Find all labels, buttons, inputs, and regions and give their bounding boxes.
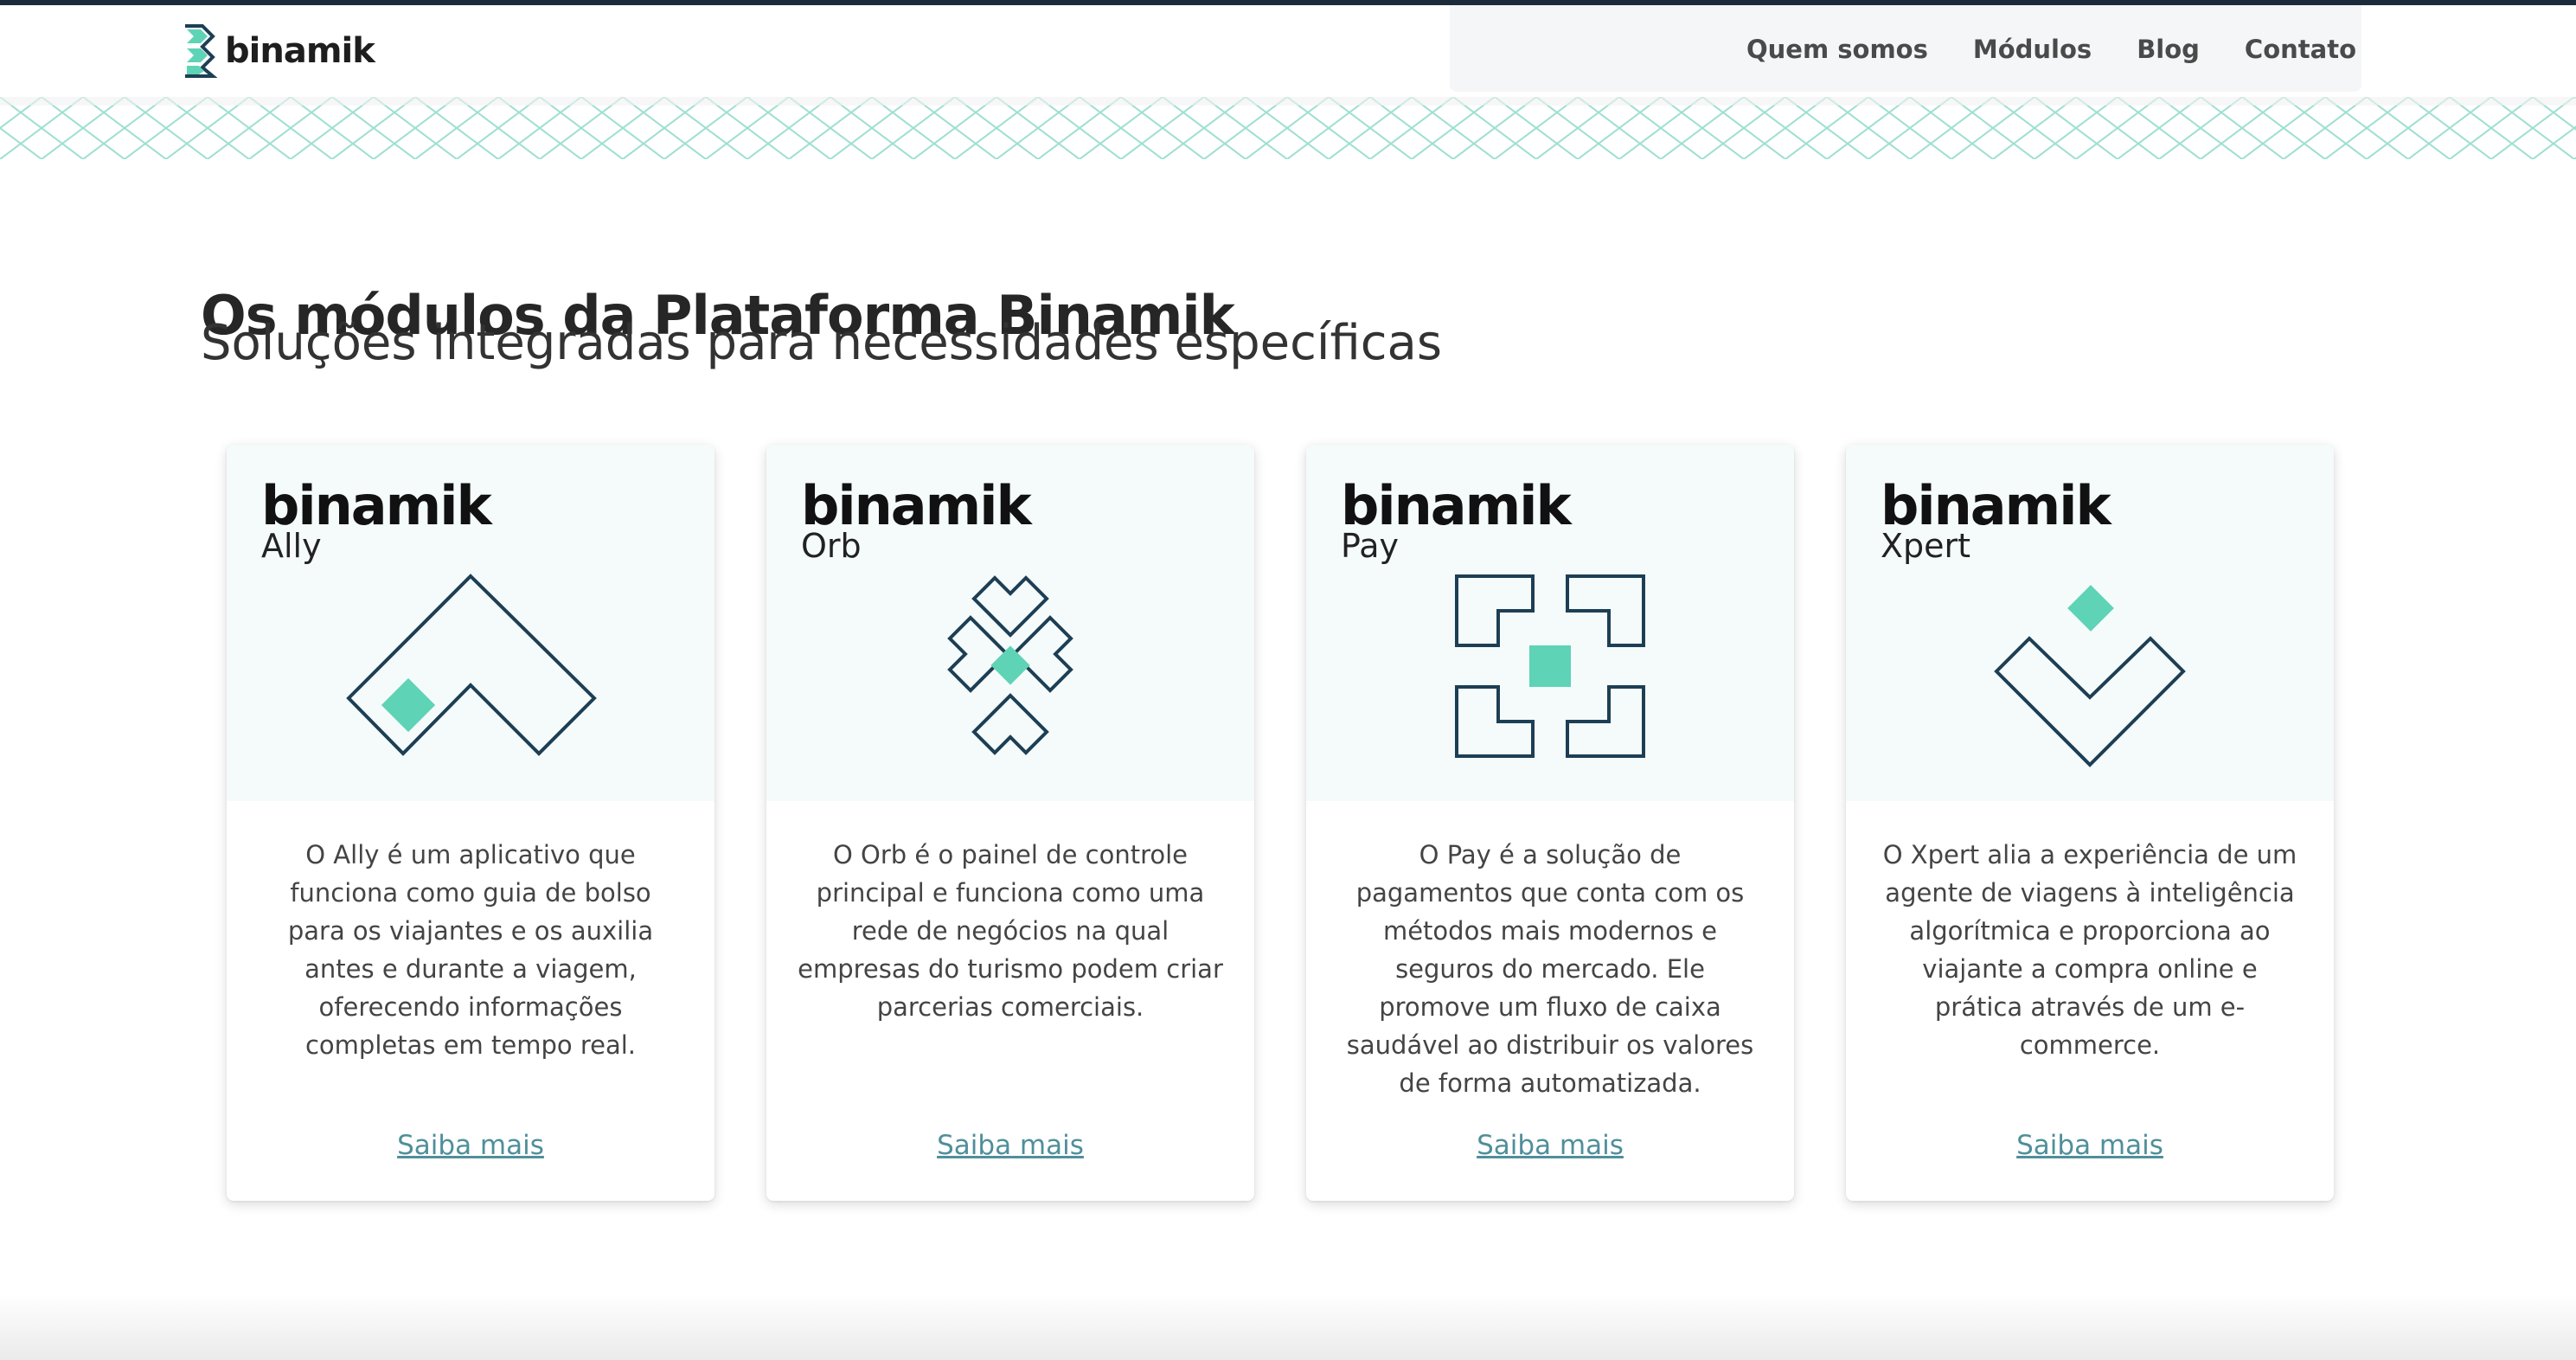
card-brand: binamik [261,474,492,537]
module-card-ally: binamik Ally O Ally é um aplicativo que … [227,445,714,1201]
ally-icon [346,574,597,756]
saiba-mais-link[interactable]: Saiba mais [1846,1130,2334,1161]
nav-item-contato[interactable]: Contato [2245,35,2356,64]
card-brand: binamik [1881,474,2111,537]
saiba-mais-link[interactable]: Saiba mais [766,1130,1254,1161]
card-product-name: Ally [261,527,322,565]
xpert-icon [1994,585,2186,767]
module-card-pay: binamik Pay O Pay é a solução de pagamen… [1306,445,1794,1201]
nav-item-blog[interactable]: Blog [2137,35,2200,64]
lattice-pattern-band [0,97,2576,159]
saiba-mais-link[interactable]: Saiba mais [1306,1130,1794,1161]
card-description: O Orb é o painel de controle principal e… [798,840,1223,1022]
card-product-name: Orb [801,527,862,565]
next-section-shadow [0,1294,2576,1360]
card-description: O Ally é um aplicativo que funciona como… [287,840,654,1060]
card-description: O Xpert alia a experiência de um agente … [1882,840,2297,1060]
logo-text: binamik [225,31,375,71]
card-brand: binamik [1341,474,1572,537]
nav-item-modulos[interactable]: Módulos [1973,35,2092,64]
module-cards: binamik Ally O Ally é um aplicativo que … [227,445,2337,1201]
card-brand: binamik [801,474,1032,537]
card-product-name: Pay [1341,527,1399,565]
nav-item-quem-somos[interactable]: Quem somos [1746,35,1928,64]
page-subtitle: Soluções integradas para necessidades es… [201,315,1442,371]
binamik-logo-icon [185,24,218,78]
pay-icon [1455,574,1645,758]
saiba-mais-link[interactable]: Saiba mais [227,1130,714,1161]
main-nav: Quem somos Módulos Blog Contato [1746,35,2356,64]
orb-icon [947,575,1073,755]
module-card-xpert: binamik Xpert O Xpert alia a experiência… [1846,445,2334,1201]
site-logo[interactable]: binamik [180,22,375,80]
module-card-orb: binamik Orb O Orb é o painel de controle… [766,445,1254,1201]
card-description: O Pay é a solução de pagamentos que cont… [1346,840,1754,1098]
card-product-name: Xpert [1881,527,1971,565]
